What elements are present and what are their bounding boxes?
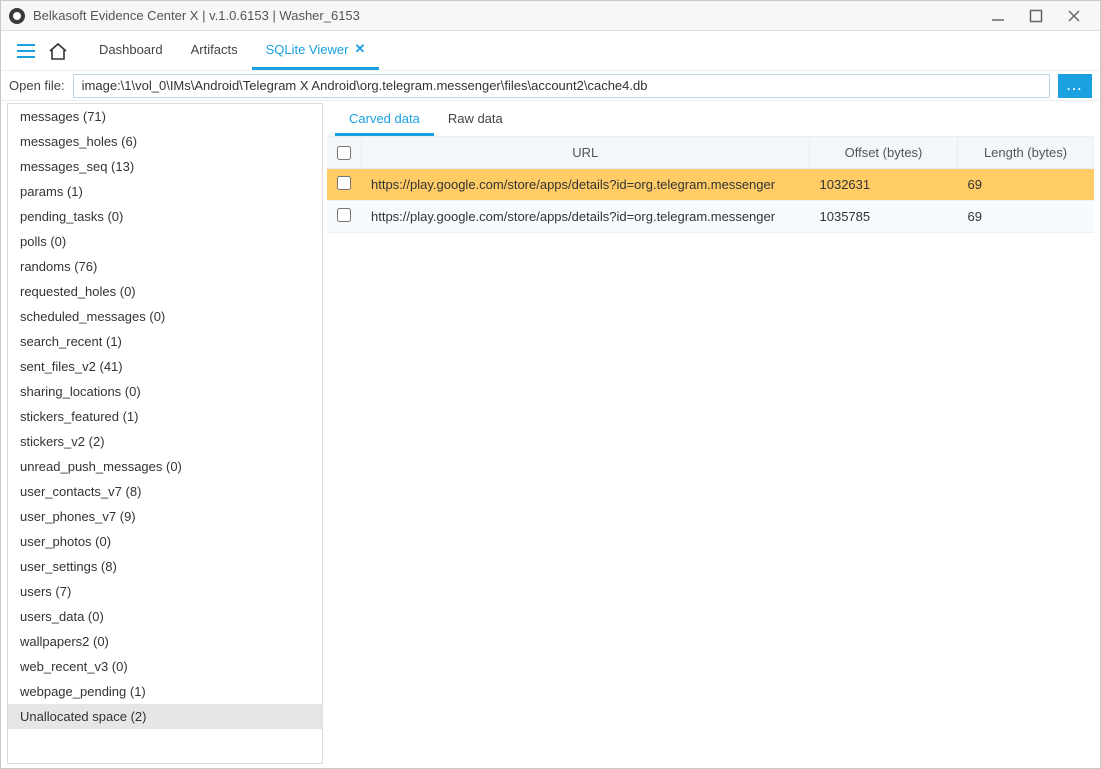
sidebar-item[interactable]: scheduled_messages (0)	[8, 304, 322, 329]
sidebar-item[interactable]: sent_files_v2 (41)	[8, 354, 322, 379]
cell-length: 69	[958, 201, 1094, 233]
table-row[interactable]: https://play.google.com/store/apps/detai…	[327, 201, 1094, 233]
sidebar-item[interactable]: user_settings (8)	[8, 554, 322, 579]
sidebar-item[interactable]: messages_holes (6)	[8, 129, 322, 154]
cell-url: https://play.google.com/store/apps/detai…	[361, 201, 810, 233]
window-title: Belkasoft Evidence Center X | v.1.0.6153…	[33, 8, 988, 23]
main-area: messages (71)messages_holes (6)messages_…	[1, 101, 1100, 768]
header-url[interactable]: URL	[361, 137, 810, 169]
sidebar-item[interactable]: wallpapers2 (0)	[8, 629, 322, 654]
sidebar-item[interactable]: users (7)	[8, 579, 322, 604]
minimize-button[interactable]	[988, 6, 1008, 26]
sidebar-item[interactable]: messages (71)	[8, 104, 322, 129]
cell-length: 69	[958, 169, 1094, 201]
sub-tab-carved-data[interactable]: Carved data	[335, 103, 434, 136]
table-row[interactable]: https://play.google.com/store/apps/detai…	[327, 169, 1094, 201]
nav-tabs: Dashboard Artifacts SQLite Viewer ✕	[85, 31, 379, 70]
sidebar-item[interactable]: stickers_v2 (2)	[8, 429, 322, 454]
cell-offset: 1035785	[810, 201, 958, 233]
nav-tab-dashboard[interactable]: Dashboard	[85, 31, 177, 70]
sidebar-item[interactable]: sharing_locations (0)	[8, 379, 322, 404]
nav-tab-label: Artifacts	[191, 42, 238, 57]
home-button[interactable]	[41, 31, 75, 70]
sidebar-item[interactable]: messages_seq (13)	[8, 154, 322, 179]
close-tab-icon[interactable]: ✕	[354, 41, 365, 57]
open-file-label: Open file:	[9, 78, 65, 93]
open-file-browse-button[interactable]: ...	[1058, 74, 1092, 98]
sidebar-item[interactable]: randoms (76)	[8, 254, 322, 279]
sidebar-item[interactable]: unread_push_messages (0)	[8, 454, 322, 479]
cell-offset: 1032631	[810, 169, 958, 201]
open-file-input[interactable]	[73, 74, 1050, 98]
header-checkbox-cell[interactable]	[327, 137, 361, 169]
hamburger-menu-icon[interactable]	[11, 31, 41, 70]
nav-tab-label: Dashboard	[99, 42, 163, 57]
sidebar-item[interactable]: params (1)	[8, 179, 322, 204]
nav-bar: Dashboard Artifacts SQLite Viewer ✕	[1, 31, 1100, 71]
cell-url: https://play.google.com/store/apps/detai…	[361, 169, 810, 201]
header-url-label: URL	[572, 145, 598, 160]
sub-tab-raw-data[interactable]: Raw data	[434, 103, 517, 136]
nav-tab-label: SQLite Viewer	[266, 42, 349, 57]
close-button[interactable]	[1064, 6, 1084, 26]
sidebar-item[interactable]: web_recent_v3 (0)	[8, 654, 322, 679]
window-controls	[988, 6, 1092, 26]
title-bar: Belkasoft Evidence Center X | v.1.0.6153…	[1, 1, 1100, 31]
row-checkbox[interactable]	[337, 176, 351, 190]
sidebar-item[interactable]: Unallocated space (2)	[8, 704, 322, 729]
sidebar-item[interactable]: search_recent (1)	[8, 329, 322, 354]
sidebar-item[interactable]: user_contacts_v7 (8)	[8, 479, 322, 504]
nav-tab-artifacts[interactable]: Artifacts	[177, 31, 252, 70]
content-pane: Carved dataRaw data URL Offset (bytes) L…	[327, 103, 1094, 764]
header-offset-label: Offset (bytes)	[845, 145, 923, 160]
sidebar-item[interactable]: webpage_pending (1)	[8, 679, 322, 704]
row-checkbox[interactable]	[337, 208, 351, 222]
header-length-label: Length (bytes)	[984, 145, 1067, 160]
header-length[interactable]: Length (bytes)	[958, 137, 1094, 169]
sidebar-item[interactable]: pending_tasks (0)	[8, 204, 322, 229]
nav-tab-sqlite-viewer[interactable]: SQLite Viewer ✕	[252, 31, 380, 70]
app-logo-icon	[9, 8, 25, 24]
select-all-checkbox[interactable]	[337, 146, 351, 160]
sidebar-item[interactable]: requested_holes (0)	[8, 279, 322, 304]
sidebar-item[interactable]: user_phones_v7 (9)	[8, 504, 322, 529]
open-file-bar: Open file: ...	[1, 71, 1100, 101]
app-window: Belkasoft Evidence Center X | v.1.0.6153…	[0, 0, 1101, 769]
sidebar-item[interactable]: user_photos (0)	[8, 529, 322, 554]
maximize-button[interactable]	[1026, 6, 1046, 26]
sidebar-item[interactable]: users_data (0)	[8, 604, 322, 629]
tables-sidebar[interactable]: messages (71)messages_holes (6)messages_…	[7, 103, 323, 764]
sub-tabs: Carved dataRaw data	[327, 103, 1094, 137]
header-offset[interactable]: Offset (bytes)	[810, 137, 958, 169]
sidebar-item[interactable]: stickers_featured (1)	[8, 404, 322, 429]
sidebar-item[interactable]: polls (0)	[8, 229, 322, 254]
data-grid[interactable]: URL Offset (bytes) Length (bytes) https:…	[327, 137, 1094, 764]
table-header-row: URL Offset (bytes) Length (bytes)	[327, 137, 1094, 169]
